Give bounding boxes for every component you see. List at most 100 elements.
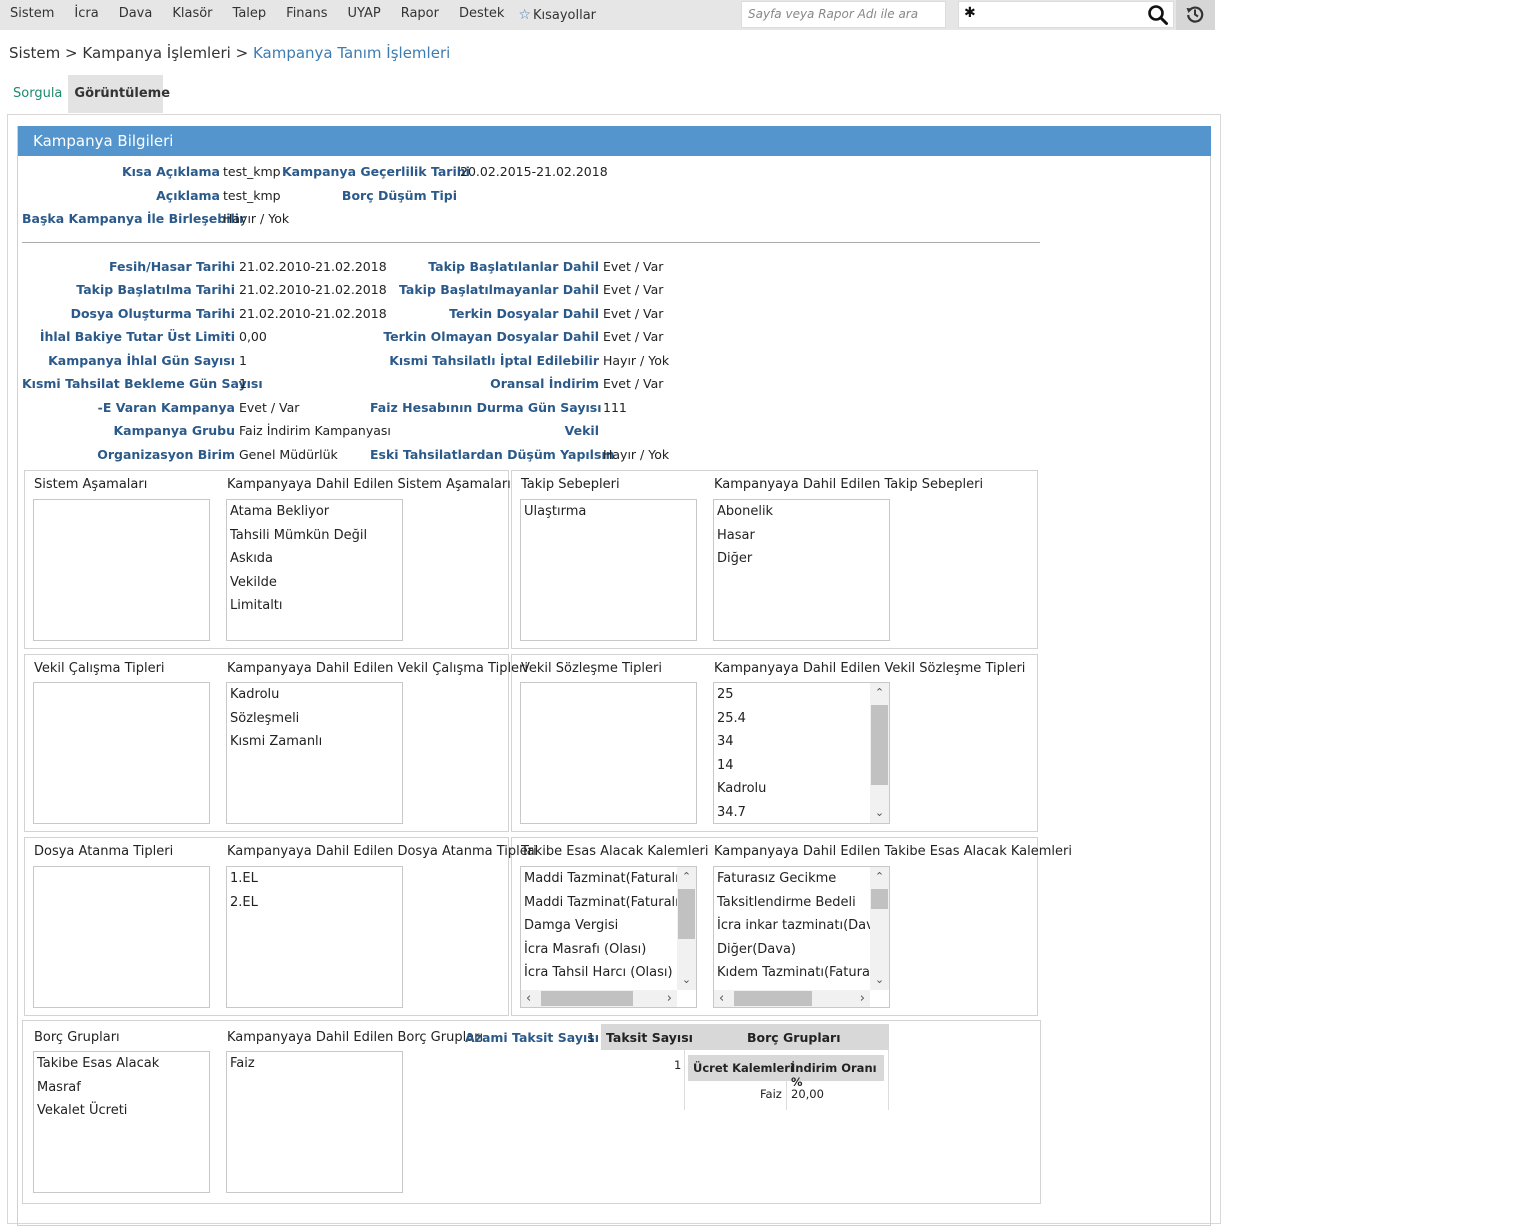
takip-sebepleri-listbox[interactable]: Ulaştırma [520, 499, 697, 641]
history-button[interactable] [1176, 0, 1215, 30]
dosya-atanma-listbox[interactable] [33, 866, 210, 1008]
breadcrumb-kampanya-islemleri[interactable]: Kampanya İşlemleri [82, 44, 230, 62]
breadcrumb-sistem[interactable]: Sistem [9, 44, 60, 62]
menu-icra[interactable]: İcra [64, 0, 108, 30]
list-item[interactable]: İcra inkar tazminatı(Dava) [717, 918, 887, 933]
search-icon[interactable] [1147, 4, 1169, 26]
list-item[interactable]: Hasar [717, 528, 755, 543]
dahil-takibe-esas-listbox[interactable]: Faturasız Gecikme Taksitlendirme Bedeli İc… [713, 866, 890, 1008]
tab-sorgula[interactable]: Sorgula [7, 75, 68, 113]
sub-table-header: Ücret Kalemleri İndirim Oranı % [688, 1055, 884, 1089]
right-field-value: Hayır / Yok [603, 353, 670, 368]
list-item[interactable]: Vekalet Ücreti [37, 1103, 127, 1118]
menu-rapor[interactable]: Rapor [391, 0, 449, 30]
list-item[interactable]: Damga Vergisi [524, 918, 618, 933]
borc-gruplari-listbox[interactable]: Takibe Esas Alacak Masraf Vekalet Ücreti [33, 1051, 210, 1193]
scroll-thumb[interactable] [678, 889, 695, 939]
dahil-vekil-sozlesme-title: Kampanyaya Dahil Edilen Vekil Sözleşme T… [714, 661, 1026, 676]
list-item[interactable]: Askıda [230, 551, 273, 566]
panel-title: Kampanya Bilgileri [18, 126, 1211, 156]
divider [22, 242, 1040, 243]
scroll-up-icon[interactable]: ⌃ [677, 870, 696, 884]
scroll-down-icon[interactable]: ⌄ [870, 973, 889, 987]
tab-goruntuleme[interactable]: Görüntüleme [68, 75, 170, 113]
list-item[interactable]: Sözleşmeli [230, 711, 299, 726]
list-item[interactable]: Vekilde [230, 575, 277, 590]
list-item[interactable]: Maddi Tazminat(Faturalı) [524, 871, 684, 886]
takibe-esas-title: Takibe Esas Alacak Kalemleri [521, 844, 709, 859]
quick-command-input[interactable]: ✱ [958, 1, 1174, 28]
dahil-vekil-sozlesme-listbox[interactable]: 25 25.4 34 14 Kadrolu 34.7 ⌃ ⌄ [713, 682, 890, 824]
left-field-label: Fesih/Hasar Tarihi [109, 259, 235, 274]
scroll-thumb[interactable] [734, 991, 812, 1006]
vertical-scrollbar[interactable]: ⌃ ⌄ [870, 867, 889, 990]
list-item[interactable]: Diğer(Dava) [717, 942, 796, 957]
horizontal-scrollbar[interactable]: ‹ › [714, 990, 870, 1007]
gecerlilik-label: Kampanya Geçerlilik Tarihi [282, 164, 470, 179]
list-item[interactable]: 2.EL [230, 895, 258, 910]
list-item[interactable]: Abonelik [717, 504, 773, 519]
vekil-calisma-listbox[interactable] [33, 682, 210, 824]
menu-finans[interactable]: Finans [276, 0, 337, 30]
list-item[interactable]: Kadrolu [717, 781, 766, 796]
page-search-input[interactable]: Sayfa veya Rapor Adı ile ara [741, 1, 946, 28]
list-item[interactable]: Atama Bekliyor [230, 504, 329, 519]
list-item[interactable]: Faiz [230, 1056, 255, 1071]
scroll-right-icon[interactable]: › [667, 990, 672, 1007]
list-item[interactable]: Kıdem Tazminatı(Faturası: [717, 965, 885, 980]
scroll-thumb[interactable] [871, 705, 888, 785]
vertical-scrollbar[interactable]: ⌃ ⌄ [677, 867, 696, 990]
list-item[interactable]: Limitaltı [230, 598, 283, 613]
list-item[interactable]: Maddi Tazminat(Faturalı-D [524, 895, 693, 910]
menu-sistem[interactable]: Sistem [0, 0, 64, 30]
list-item[interactable]: İcra Tahsil Harcı (Olası) [524, 965, 673, 980]
list-item[interactable]: 14 [717, 758, 734, 773]
list-item[interactable]: 25 [717, 687, 734, 702]
list-item[interactable]: 25.4 [717, 711, 746, 726]
scroll-right-icon[interactable]: › [860, 990, 865, 1007]
list-item[interactable]: Kadrolu [230, 687, 279, 702]
list-item[interactable]: Ulaştırma [524, 504, 586, 519]
list-item[interactable]: Faturasız Gecikme [717, 871, 836, 886]
list-item[interactable]: 34 [717, 734, 734, 749]
right-field-label: Kısmi Tahsilatlı İptal Edilebilir [389, 353, 599, 368]
list-item[interactable]: Takibe Esas Alacak [37, 1056, 159, 1071]
dahil-vekil-calisma-listbox[interactable]: Kadrolu Sözleşmeli Kısmi Zamanlı [226, 682, 403, 824]
menu-klasor[interactable]: Klasör [162, 0, 222, 30]
horizontal-scrollbar[interactable]: ‹ › [521, 990, 677, 1007]
scroll-left-icon[interactable]: ‹ [526, 990, 531, 1007]
dahil-borc-gruplari-listbox[interactable]: Faiz [226, 1051, 403, 1193]
left-field-value: 0,00 [239, 329, 267, 344]
scroll-left-icon[interactable]: ‹ [719, 990, 724, 1007]
menu-talep[interactable]: Talep [223, 0, 277, 30]
menu-destek[interactable]: Destek [449, 0, 514, 30]
scroll-thumb[interactable] [541, 991, 633, 1006]
menu-kisayollar[interactable]: ☆ Kısayollar [514, 0, 606, 30]
vekil-sozlesme-listbox[interactable] [520, 682, 697, 824]
list-item[interactable]: 34.7 [717, 805, 746, 820]
menu-uyap[interactable]: UYAP [338, 0, 391, 30]
sistem-asamalari-listbox[interactable] [33, 499, 210, 641]
vertical-scrollbar[interactable]: ⌃ ⌄ [870, 683, 889, 823]
right-field-value: Hayır / Yok [603, 447, 670, 462]
list-item[interactable]: İcra Masrafı (Olası) [524, 942, 646, 957]
dahil-takip-sebepleri-listbox[interactable]: Abonelik Hasar Diğer [713, 499, 890, 641]
dahil-sistem-asamalari-listbox[interactable]: Atama Bekliyor Tahsili Mümkün Değil Askıda… [226, 499, 403, 641]
scroll-down-icon[interactable]: ⌄ [870, 806, 889, 820]
right-field-value: Evet / Var [603, 376, 664, 391]
scroll-down-icon[interactable]: ⌄ [677, 973, 696, 987]
sub-kalem-value: Faiz [760, 1087, 782, 1101]
menu-dava[interactable]: Dava [109, 0, 163, 30]
scroll-thumb[interactable] [871, 889, 888, 909]
list-item[interactable]: Tahsili Mümkün Değil [230, 528, 367, 543]
list-item[interactable]: Masraf [37, 1080, 81, 1095]
list-item[interactable]: 1.EL [230, 871, 258, 886]
scroll-up-icon[interactable]: ⌃ [870, 686, 889, 700]
takibe-esas-listbox[interactable]: Maddi Tazminat(Faturalı) Maddi Tazminat(F… [520, 866, 697, 1008]
scroll-up-icon[interactable]: ⌃ [870, 870, 889, 884]
list-item[interactable]: Kısmi Zamanlı [230, 734, 322, 749]
breadcrumb-current: Kampanya Tanım İşlemleri [252, 44, 451, 62]
dahil-dosya-atanma-listbox[interactable]: 1.EL 2.EL [226, 866, 403, 1008]
list-item[interactable]: Diğer [717, 551, 752, 566]
list-item[interactable]: Taksitlendirme Bedeli [717, 895, 856, 910]
